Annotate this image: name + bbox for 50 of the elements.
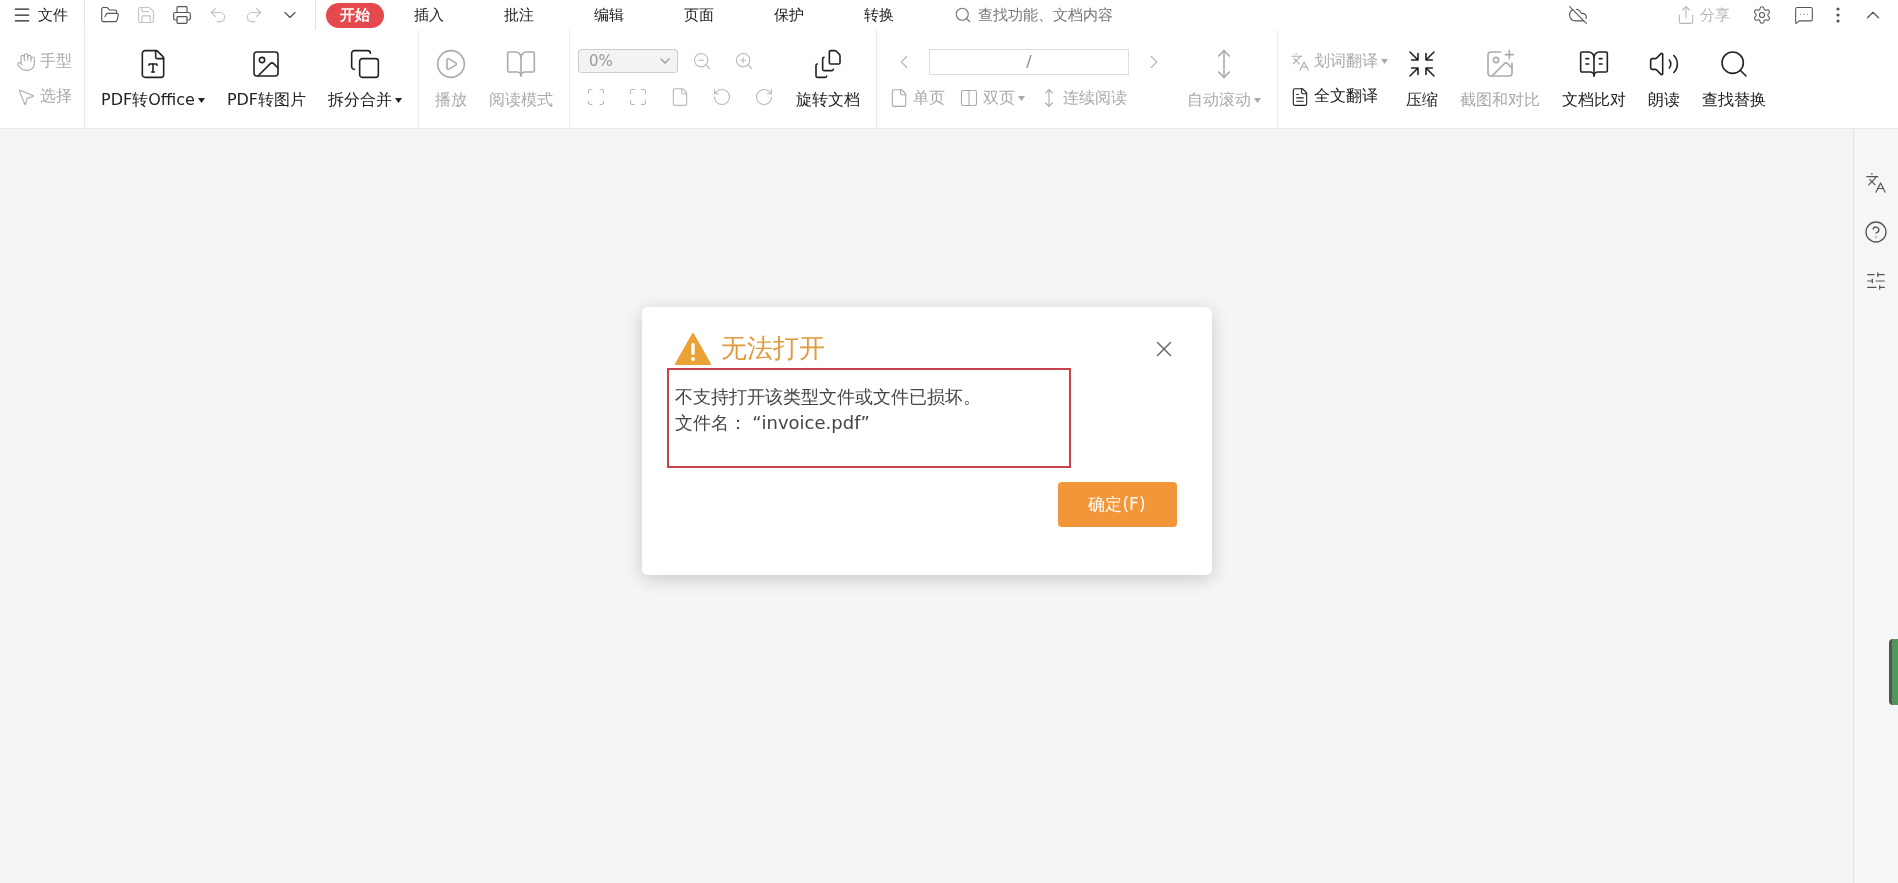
zoom-in-icon	[734, 51, 755, 71]
rotate-left-icon	[712, 87, 733, 107]
page-number-field[interactable]: /	[929, 48, 1130, 75]
toolbar-button[interactable]: 朗读	[1640, 43, 1689, 115]
toolbar-button[interactable]: PDF转图片	[218, 43, 315, 115]
settings-icon	[1752, 5, 1772, 25]
ribbon-tab[interactable]: 转换	[850, 2, 908, 28]
ribbon-tab[interactable]: 保护	[760, 2, 818, 28]
dialog-title: 无法打开	[720, 332, 825, 365]
help-icon	[1864, 220, 1888, 244]
toolbar-button[interactable]: PDF转Office	[93, 43, 213, 115]
expand-icon	[628, 87, 649, 107]
file-menu[interactable]: 文件	[6, 5, 74, 25]
ribbon-tab[interactable]: 页面	[670, 2, 728, 28]
rotate-right-icon	[754, 87, 775, 107]
save-icon	[136, 5, 156, 25]
translate-icon	[1865, 172, 1887, 194]
play-icon	[435, 47, 468, 80]
ribbon-tab[interactable]: 插入	[400, 2, 458, 28]
toolbar-button[interactable]: 全文翻译	[1286, 84, 1393, 109]
redo-icon	[244, 5, 264, 25]
zoom-out-icon	[692, 51, 713, 71]
share-icon	[1676, 5, 1696, 25]
pages-icon	[349, 47, 382, 80]
cloud-icon	[1568, 5, 1588, 25]
toolbar-button[interactable]: 旋转文档	[788, 43, 869, 115]
file-name-text: 文件名： “invoice.pdf”	[674, 411, 871, 435]
two-pages-icon	[959, 88, 980, 108]
hand-icon	[16, 51, 36, 72]
ribbon-tab[interactable]: 批注	[490, 2, 548, 28]
toolbar-button[interactable]: 文档比对	[1554, 43, 1635, 115]
sliders-icon	[1865, 270, 1887, 292]
frame-icon	[586, 87, 607, 107]
warning-icon	[674, 332, 711, 365]
undo-icon	[208, 5, 228, 25]
toolbar-button[interactable]: 拆分合并	[320, 43, 411, 115]
toolbar-button[interactable]: 压缩	[1398, 43, 1447, 115]
ribbon-tab[interactable]: 编辑	[580, 2, 638, 28]
scrollbar-thumb[interactable]	[1889, 639, 1898, 705]
folder-icon	[100, 5, 120, 25]
translate-icon	[1290, 51, 1311, 72]
error-message: 不支持打开该类型文件或文件已损坏。	[674, 385, 982, 409]
search-icon	[954, 6, 972, 24]
search-field[interactable]: 查找功能、文档内容	[976, 5, 1150, 25]
ribbon-tab[interactable]: 开始	[326, 2, 384, 28]
screenshot-icon	[1484, 47, 1517, 80]
more-icon	[1836, 7, 1840, 23]
printer-icon	[172, 5, 192, 25]
toolbar-button[interactable]: 查找替换	[1694, 43, 1775, 115]
chat-icon	[1794, 5, 1814, 25]
